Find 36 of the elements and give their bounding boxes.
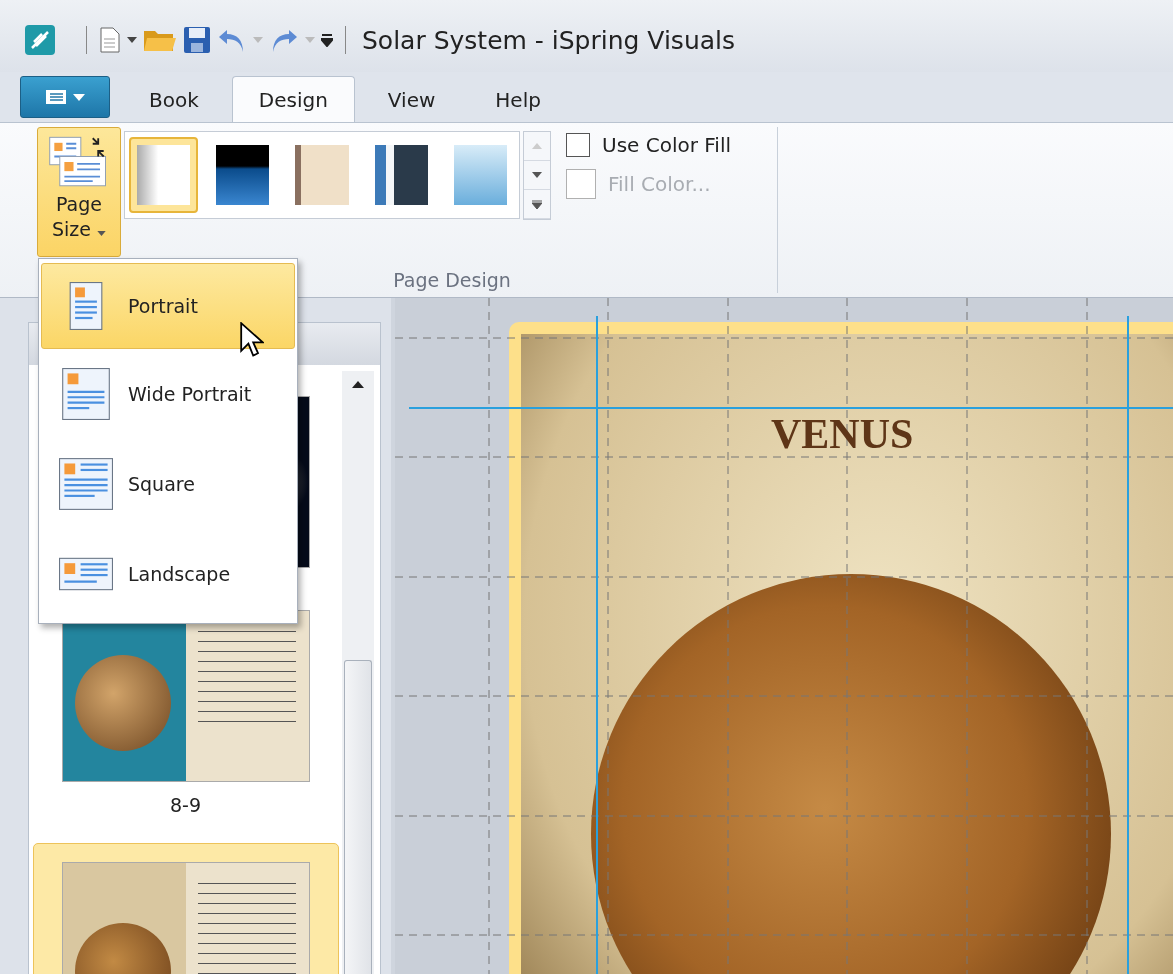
up-arrow-icon[interactable] (352, 381, 364, 388)
app-menu-button[interactable] (20, 76, 110, 118)
save-icon[interactable] (183, 26, 211, 54)
option-label: Fill Color... (608, 172, 711, 196)
theme-thumbnail[interactable] (129, 137, 199, 213)
portrait-layout-icon (69, 282, 103, 330)
expand-icon (532, 199, 542, 209)
app-logo-icon (24, 24, 56, 56)
new-document-icon[interactable] (99, 27, 121, 53)
page-size-button[interactable]: Page Size (37, 127, 121, 257)
caret-icon (97, 231, 106, 236)
menu-item[interactable]: Portrait (41, 263, 295, 349)
ribbon-tab[interactable]: Design (231, 76, 355, 122)
scrollbar[interactable] (342, 371, 374, 974)
page-title: VENUS (771, 410, 914, 458)
page-number-label: 8-9 (169, 794, 201, 816)
menu-item[interactable]: Wide Portrait (41, 349, 295, 439)
ribbon-tab[interactable]: Book (122, 76, 226, 122)
customize-toolbar-icon[interactable] (321, 33, 333, 47)
window-title: Solar System - iSpring Visuals (362, 25, 736, 55)
list-icon (45, 89, 67, 105)
checkbox[interactable] (566, 133, 590, 157)
ribbon-tab[interactable]: Help (468, 76, 568, 122)
mouse-pointer-icon (240, 322, 264, 358)
caret-icon[interactable] (127, 37, 137, 43)
up-arrow-icon (532, 143, 542, 149)
down-arrow-icon (532, 172, 542, 178)
landscape-layout-icon (59, 557, 113, 591)
ribbon-tab[interactable]: View (360, 76, 463, 122)
square-layout-icon (59, 458, 113, 510)
scrollbar-thumb[interactable] (344, 660, 372, 974)
wide-layout-icon (62, 368, 110, 420)
option-label: Use Color Fill (602, 133, 731, 157)
caret-icon (73, 93, 85, 101)
group-label: Page Design (392, 269, 511, 291)
menu-item[interactable]: Square (41, 439, 295, 529)
